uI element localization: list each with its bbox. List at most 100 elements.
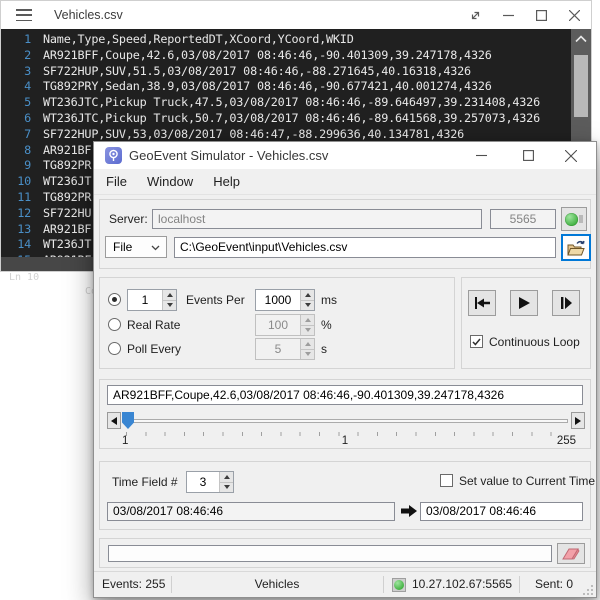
time-from-field[interactable]: 03/08/2017 08:46:46 (107, 502, 395, 521)
current-event-field[interactable]: AR921BFF,Coupe,42.6,03/08/2017 08:46:46,… (107, 385, 583, 405)
time-to-field[interactable]: 03/08/2017 08:46:46 (420, 502, 583, 521)
editor-titlebar: Vehicles.csv (1, 1, 591, 29)
csv-line: 5WT236JTC,Pickup Truck,47.5,03/08/2017 0… (1, 95, 591, 111)
statusbar-separator (519, 576, 520, 593)
time-field-spinner[interactable]: 3 (186, 471, 234, 493)
events-per-label: Events Per (186, 293, 245, 307)
slider-left-arrow[interactable] (107, 412, 121, 429)
set-current-time-checkbox[interactable] (440, 474, 453, 487)
slider-thumb[interactable] (122, 412, 134, 429)
menubar: File Window Help (94, 169, 596, 195)
spin-down[interactable] (301, 300, 314, 311)
skip-to-start-button[interactable] (468, 290, 496, 316)
connection-status-icon (392, 578, 406, 592)
spin-down (301, 325, 314, 336)
continuous-loop-label: Continuous Loop (489, 335, 580, 349)
statusbar-separator (383, 576, 384, 593)
file-path-input[interactable]: C:\GeoEvent\input\Vehicles.csv (174, 237, 556, 258)
simulator-titlebar: GeoEvent Simulator - Vehicles.csv (94, 142, 596, 169)
close-icon[interactable] (558, 1, 591, 29)
simulator-statusbar: Events: 255 Vehicles 10.27.102.67:5565 S… (94, 571, 596, 597)
step-forward-button[interactable] (552, 290, 580, 316)
line-indicator: Ln 10 (9, 271, 39, 285)
server-port-input[interactable]: 5565 (490, 209, 556, 229)
scrollbar-thumb[interactable] (574, 55, 588, 117)
eraser-icon (562, 547, 580, 560)
server-label: Server: (109, 212, 148, 226)
menu-file[interactable]: File (96, 169, 137, 194)
endpoint-address: 10.27.102.67:5565 (412, 577, 512, 591)
percent-unit-label: % (321, 318, 332, 332)
spin-down[interactable] (220, 482, 233, 493)
spin-up[interactable] (163, 290, 176, 300)
spin-down[interactable] (163, 300, 176, 311)
real-rate-label: Real Rate (127, 318, 180, 332)
playback-group: Continuous Loop (461, 277, 591, 369)
events-count-spinner[interactable]: 1 (127, 289, 177, 311)
csv-line: 4TG892PRY,Sedan,38.9,03/08/2017 08:46:46… (1, 79, 591, 95)
geoevent-simulator-window: GeoEvent Simulator - Vehicles.csv File W… (93, 141, 597, 598)
scroll-up-icon[interactable] (575, 35, 587, 43)
feed-name: Vehicles (171, 577, 383, 591)
connect-button[interactable] (561, 207, 587, 231)
set-current-time-label: Set value to Current Time (459, 474, 595, 488)
csv-line: 2AR921BFF,Coupe,42.6,03/08/2017 08:46:46… (1, 48, 591, 64)
minimize-icon[interactable] (466, 142, 496, 169)
seconds-unit-label: s (321, 342, 327, 356)
maximize-icon[interactable] (525, 1, 558, 29)
minimize-icon[interactable] (492, 1, 525, 29)
poll-every-label: Poll Every (127, 342, 181, 356)
slider-track[interactable] (124, 419, 568, 423)
check-icon (472, 338, 481, 346)
diagonal-expand-icon[interactable] (459, 1, 492, 29)
time-field-label: Time Field # (112, 475, 178, 489)
spin-up[interactable] (301, 290, 314, 300)
spin-up (301, 315, 314, 325)
events-count: Events: 255 (102, 577, 165, 591)
interval-spinner[interactable]: 1000 (255, 289, 315, 311)
server-host-input[interactable]: localhost (152, 209, 482, 229)
green-status-ball (565, 213, 578, 226)
clear-button[interactable] (557, 543, 585, 564)
menu-help[interactable]: Help (203, 169, 250, 194)
play-button[interactable] (510, 290, 538, 316)
window-title: GeoEvent Simulator - Vehicles.csv (129, 142, 328, 169)
slider-labels: 1 1 255 (100, 435, 590, 449)
slider-right-arrow[interactable] (571, 412, 585, 429)
csv-line: 3SF722HUP,SUV,51.5,03/08/2017 08:46:46,-… (1, 64, 591, 80)
slider-group: AR921BFF,Coupe,42.6,03/08/2017 08:46:46,… (99, 379, 591, 449)
poll-every-radio[interactable] (108, 342, 121, 355)
progress-field (108, 545, 552, 562)
real-rate-spinner: 100 (255, 314, 315, 336)
source-type-select[interactable]: File (105, 236, 167, 258)
geoevent-logo (105, 147, 122, 164)
step-forward-icon (559, 296, 573, 310)
csv-line: 1Name,Type,Speed,ReportedDT,XCoord,YCoor… (1, 32, 591, 48)
connection-group: Server: localhost 5565 File C:\GeoEvent\… (99, 199, 591, 269)
time-group: Time Field # 3 Set value to Current Time… (99, 461, 591, 530)
poll-spinner: 5 (255, 338, 315, 360)
skip-to-start-icon (473, 296, 491, 310)
spin-up (301, 339, 314, 349)
real-rate-radio[interactable] (108, 318, 121, 331)
editor-title: Vehicles.csv (54, 8, 123, 22)
menu-icon[interactable] (16, 9, 32, 21)
sent-count: Sent: 0 (535, 577, 573, 591)
resize-grip-icon[interactable] (583, 584, 594, 595)
open-file-button[interactable] (561, 234, 591, 261)
menu-window[interactable]: Window (137, 169, 203, 194)
chevron-down-icon (151, 245, 160, 251)
events-per-radio[interactable] (108, 293, 121, 306)
close-icon[interactable] (556, 142, 586, 169)
thick-right-arrow-icon (401, 504, 417, 518)
slider-label-end: 255 (557, 435, 576, 447)
csv-line: 6WT236JTC,Pickup Truck,50.7,03/08/2017 0… (1, 111, 591, 127)
rate-group: 1 Events Per 1000 ms Real Rate 100 % Pol… (99, 277, 455, 369)
ms-unit-label: ms (321, 293, 337, 307)
source-type-value: File (113, 240, 132, 254)
continuous-loop-checkbox[interactable] (470, 335, 483, 348)
spin-up[interactable] (220, 472, 233, 482)
progress-group (99, 538, 591, 568)
spin-down (301, 349, 314, 360)
maximize-icon[interactable] (513, 142, 543, 169)
